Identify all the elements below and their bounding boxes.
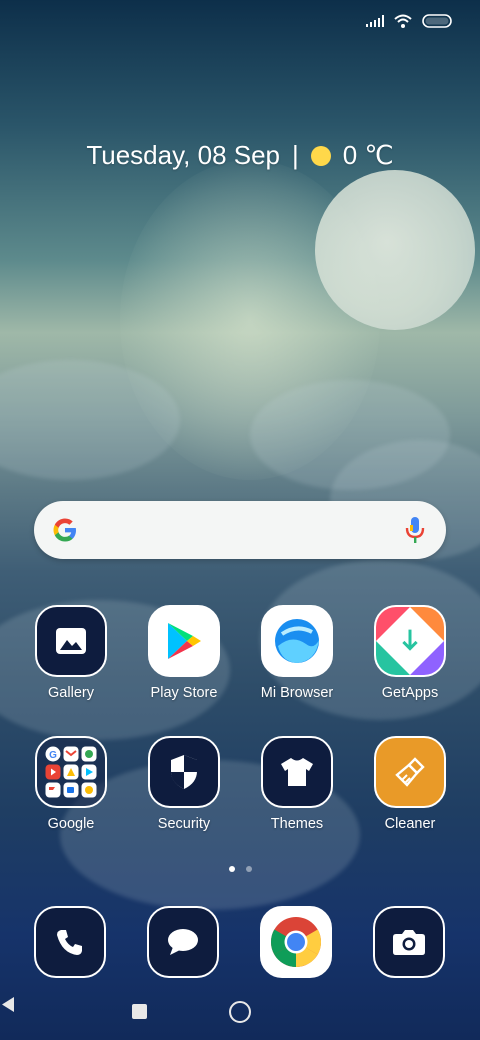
getapps-icon <box>374 605 446 677</box>
mi-browser-icon <box>261 605 333 677</box>
app-folder-google[interactable]: G Google <box>16 736 126 832</box>
recents-icon[interactable] <box>132 1004 147 1019</box>
signal-icon <box>366 15 384 27</box>
separator: | <box>292 140 299 170</box>
app-label: Themes <box>270 816 324 832</box>
app-label: Google <box>47 816 95 832</box>
date-weather-widget[interactable]: Tuesday, 08 Sep | 0 ℃ <box>0 140 480 171</box>
status-bar <box>366 10 454 32</box>
page-dot[interactable] <box>228 866 235 872</box>
camera-icon <box>393 930 425 955</box>
app-cleaner[interactable]: Cleaner <box>355 736 465 832</box>
app-label: GetApps <box>381 685 439 701</box>
app-label: Mi Browser <box>260 685 334 701</box>
microphone-icon[interactable] <box>404 516 426 544</box>
temperature-text[interactable]: 0 ℃ <box>343 140 394 171</box>
page-dot[interactable] <box>245 866 252 872</box>
google-search-bar[interactable] <box>34 501 446 559</box>
dock-messages[interactable] <box>147 906 219 978</box>
svg-text:G: G <box>49 750 57 761</box>
app-label: Gallery <box>48 685 94 701</box>
battery-icon <box>422 14 452 28</box>
app-security[interactable]: Security <box>129 736 239 832</box>
play-store-icon <box>148 605 220 677</box>
dock-phone[interactable] <box>34 906 106 978</box>
app-themes[interactable]: Themes <box>242 736 352 832</box>
sun-icon <box>310 145 331 166</box>
app-label: Play Store <box>150 685 218 701</box>
dock-camera[interactable] <box>373 906 445 978</box>
page-indicator <box>0 866 480 872</box>
wifi-icon <box>394 14 412 28</box>
chrome-icon <box>270 917 322 968</box>
app-play-store[interactable]: Play Store <box>129 605 239 701</box>
date-text[interactable]: Tuesday, 08 Sep <box>86 140 280 171</box>
app-label: Security <box>157 816 211 832</box>
dock-chrome[interactable] <box>260 906 332 978</box>
tshirt-icon <box>261 736 333 808</box>
gallery-icon <box>35 605 107 677</box>
moon-image <box>315 170 475 330</box>
app-label: Cleaner <box>384 816 436 832</box>
navigation-bar <box>0 996 480 1026</box>
app-mi-browser[interactable]: Mi Browser <box>242 605 352 701</box>
app-getapps[interactable]: GetApps <box>355 605 465 701</box>
security-shield-icon <box>148 736 220 808</box>
phone-icon <box>57 930 82 955</box>
messages-icon <box>168 929 198 955</box>
home-icon[interactable] <box>229 1001 251 1023</box>
app-gallery[interactable]: Gallery <box>16 605 126 701</box>
google-folder-icon: G <box>35 736 107 808</box>
google-g-icon <box>53 518 76 542</box>
back-icon[interactable] <box>0 996 16 1013</box>
broom-icon <box>374 736 446 808</box>
